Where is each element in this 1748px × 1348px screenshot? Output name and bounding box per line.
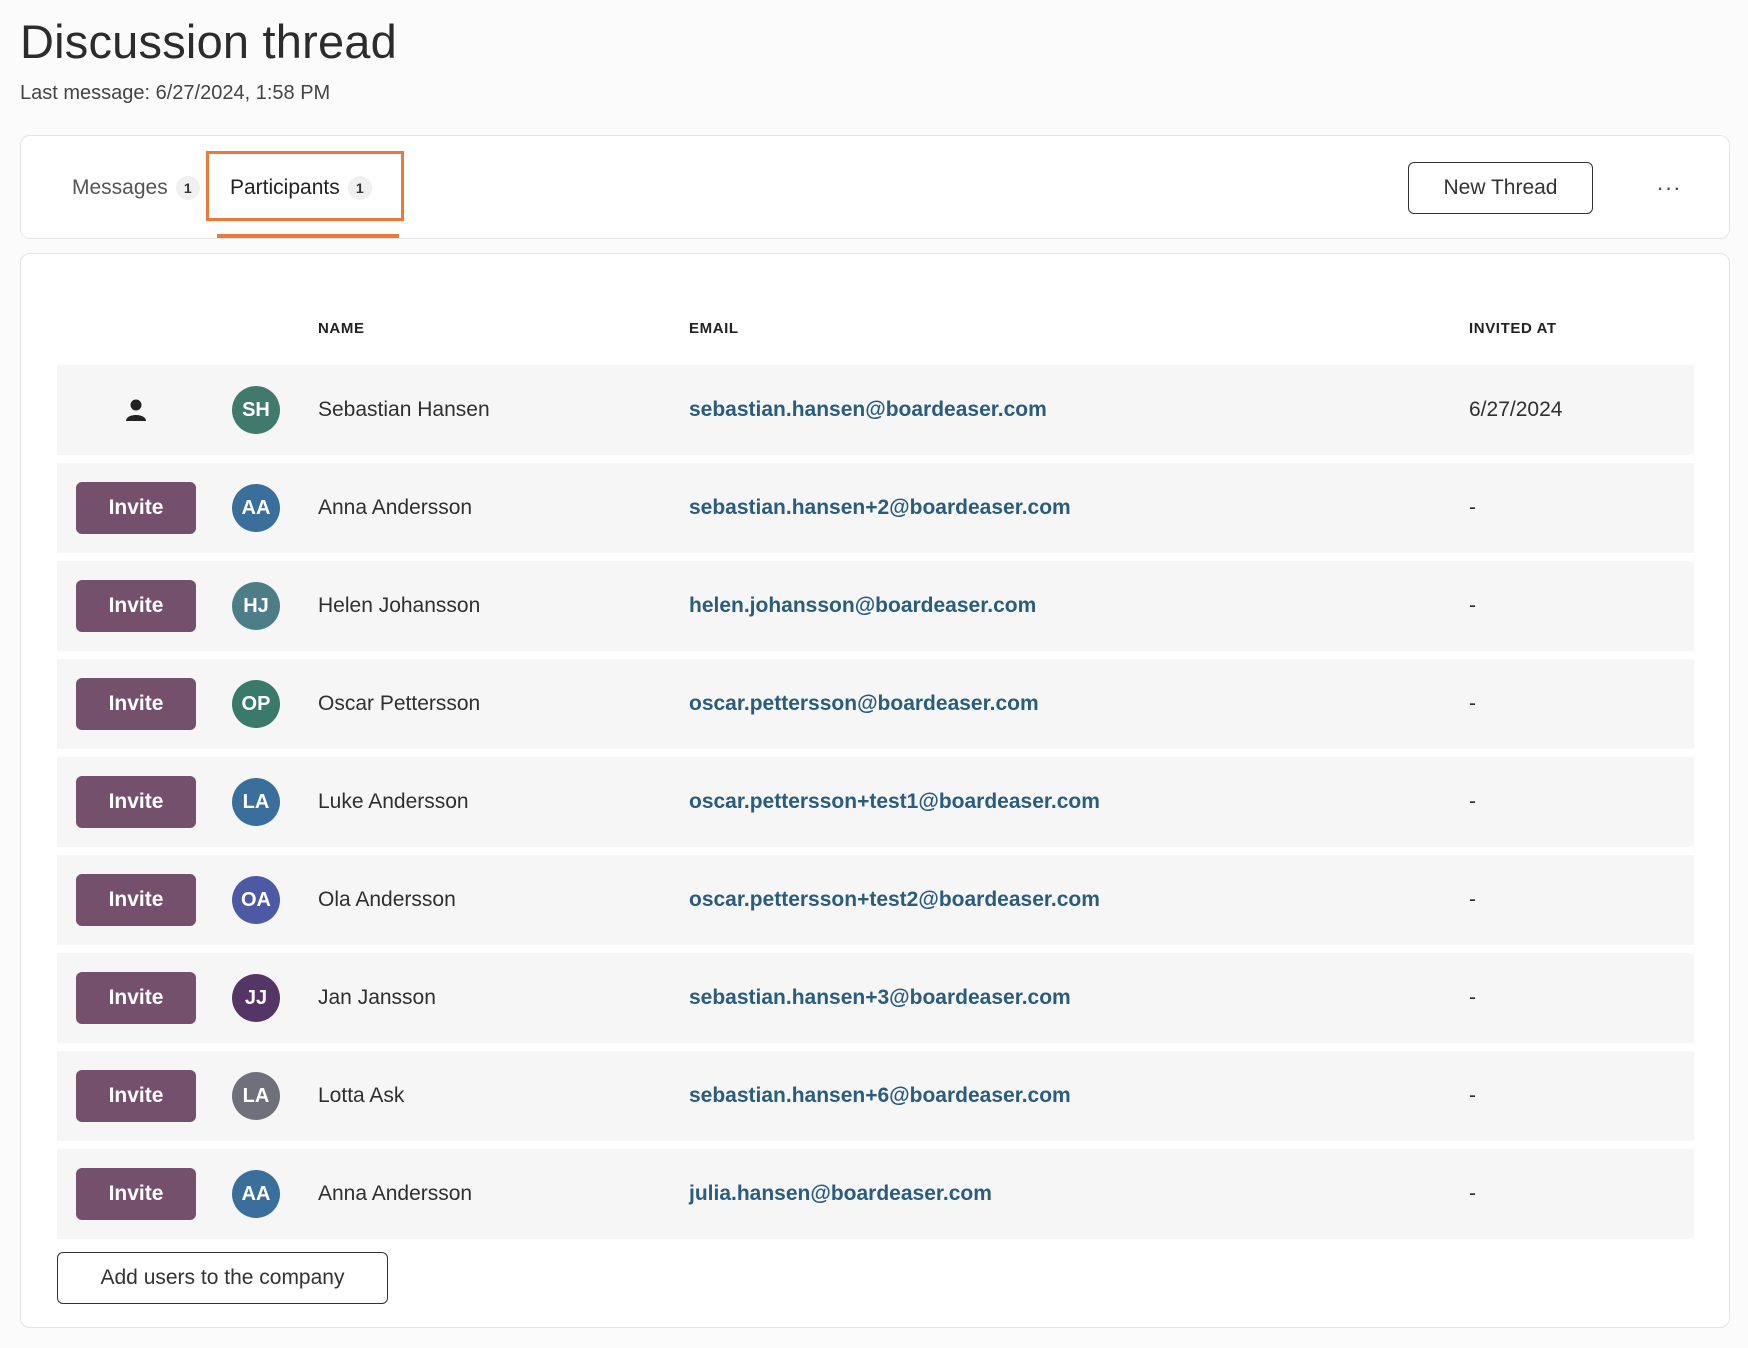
- more-options-icon[interactable]: ···: [1639, 166, 1699, 210]
- invited-at: -: [1469, 1084, 1476, 1107]
- tabs-bar: Messages 1 Participants 1 New Thread ···: [20, 135, 1730, 239]
- participant-name: Anna Andersson: [318, 1182, 473, 1205]
- avatar: LA: [232, 778, 280, 826]
- table-row: Invite OP Oscar Pettersson oscar.pettersson…: [57, 659, 1694, 749]
- invite-button[interactable]: Invite: [76, 482, 196, 534]
- tab-messages-badge: 1: [175, 176, 200, 200]
- avatar: SH: [232, 386, 280, 434]
- participant-email-link[interactable]: sebastian.hansen+3@boardeaser.com: [689, 986, 1071, 1010]
- participant-email-link[interactable]: oscar.pettersson@boardeaser.com: [689, 692, 1039, 716]
- invited-at: -: [1469, 692, 1476, 715]
- participant-email-link[interactable]: sebastian.hansen+6@boardeaser.com: [689, 1084, 1071, 1108]
- column-header-invited-at: INVITED AT: [1469, 320, 1557, 337]
- participant-name: Helen Johansson: [318, 594, 481, 617]
- participant-name: Luke Andersson: [318, 790, 469, 813]
- participant-email-link[interactable]: oscar.pettersson+test1@boardeaser.com: [689, 790, 1100, 814]
- tab-participants-label: Participants: [230, 176, 340, 199]
- tab-messages[interactable]: Messages 1: [72, 136, 200, 240]
- participant-name: Oscar Pettersson: [318, 692, 481, 715]
- tab-messages-label: Messages: [72, 176, 168, 199]
- invited-at: 6/27/2024: [1469, 398, 1563, 421]
- invited-at: -: [1469, 986, 1476, 1009]
- invite-button[interactable]: Invite: [76, 874, 196, 926]
- invited-at: -: [1469, 790, 1476, 813]
- invite-button[interactable]: Invite: [76, 678, 196, 730]
- participant-name: Anna Andersson: [318, 496, 473, 519]
- avatar: AA: [232, 1170, 280, 1218]
- invite-button[interactable]: Invite: [76, 972, 196, 1024]
- table-row: Invite AA Anna Andersson sebastian.hansen+2…: [57, 463, 1694, 553]
- column-header-email: EMAIL: [689, 320, 739, 337]
- avatar: LA: [232, 1072, 280, 1120]
- invite-button[interactable]: Invite: [76, 1168, 196, 1220]
- participant-name: Lotta Ask: [318, 1084, 405, 1107]
- participant-name: Ola Andersson: [318, 888, 456, 911]
- user-icon: [125, 398, 147, 422]
- participant-name: Sebastian Hansen: [318, 398, 490, 421]
- participant-email-link[interactable]: sebastian.hansen+2@boardeaser.com: [689, 496, 1071, 520]
- participant-email-link[interactable]: oscar.pettersson+test2@boardeaser.com: [689, 888, 1100, 912]
- participant-email-link[interactable]: helen.johansson@boardeaser.com: [689, 594, 1036, 618]
- invite-button[interactable]: Invite: [76, 580, 196, 632]
- invited-at: -: [1469, 888, 1476, 911]
- table-row: Invite JJ Jan Jansson sebastian.hansen+3@bo…: [57, 953, 1694, 1043]
- invited-at: -: [1469, 594, 1476, 617]
- last-message-timestamp: Last message: 6/27/2024, 1:58 PM: [20, 82, 331, 104]
- avatar: OP: [232, 680, 280, 728]
- participants-table: NAME EMAIL INVITED AT SH Sebastian Hansen…: [20, 253, 1730, 1328]
- page-title: Discussion thread: [20, 15, 397, 68]
- table-row: Invite LA Lotta Ask sebastian.hansen+6@boar…: [57, 1051, 1694, 1141]
- column-header-name: NAME: [318, 320, 365, 337]
- avatar: HJ: [232, 582, 280, 630]
- participant-email-link[interactable]: sebastian.hansen@boardeaser.com: [689, 398, 1047, 422]
- invited-at: -: [1469, 1182, 1476, 1205]
- participant-email-link[interactable]: julia.hansen@boardeaser.com: [689, 1182, 992, 1206]
- active-tab-indicator: [217, 234, 399, 238]
- invite-button[interactable]: Invite: [76, 1070, 196, 1122]
- table-row: Invite HJ Helen Johansson helen.johansson@b…: [57, 561, 1694, 651]
- participant-name: Jan Jansson: [318, 986, 436, 1009]
- tab-participants-badge: 1: [347, 176, 372, 200]
- table-row: SH Sebastian Hansen sebastian.hansen@board…: [57, 365, 1694, 455]
- avatar: JJ: [232, 974, 280, 1022]
- table-row: Invite OA Ola Andersson oscar.pettersson+te…: [57, 855, 1694, 945]
- participants-rows: SH Sebastian Hansen sebastian.hansen@board…: [57, 365, 1694, 1247]
- avatar: AA: [232, 484, 280, 532]
- table-row: Invite LA Luke Andersson oscar.pettersson+t…: [57, 757, 1694, 847]
- table-row: Invite AA Anna Andersson julia.hansen@board…: [57, 1149, 1694, 1239]
- invite-button[interactable]: Invite: [76, 776, 196, 828]
- add-users-button[interactable]: Add users to the company: [57, 1252, 388, 1304]
- avatar: OA: [232, 876, 280, 924]
- tab-participants[interactable]: Participants 1: [206, 136, 404, 240]
- new-thread-button[interactable]: New Thread: [1408, 162, 1593, 214]
- invited-at: -: [1469, 496, 1476, 519]
